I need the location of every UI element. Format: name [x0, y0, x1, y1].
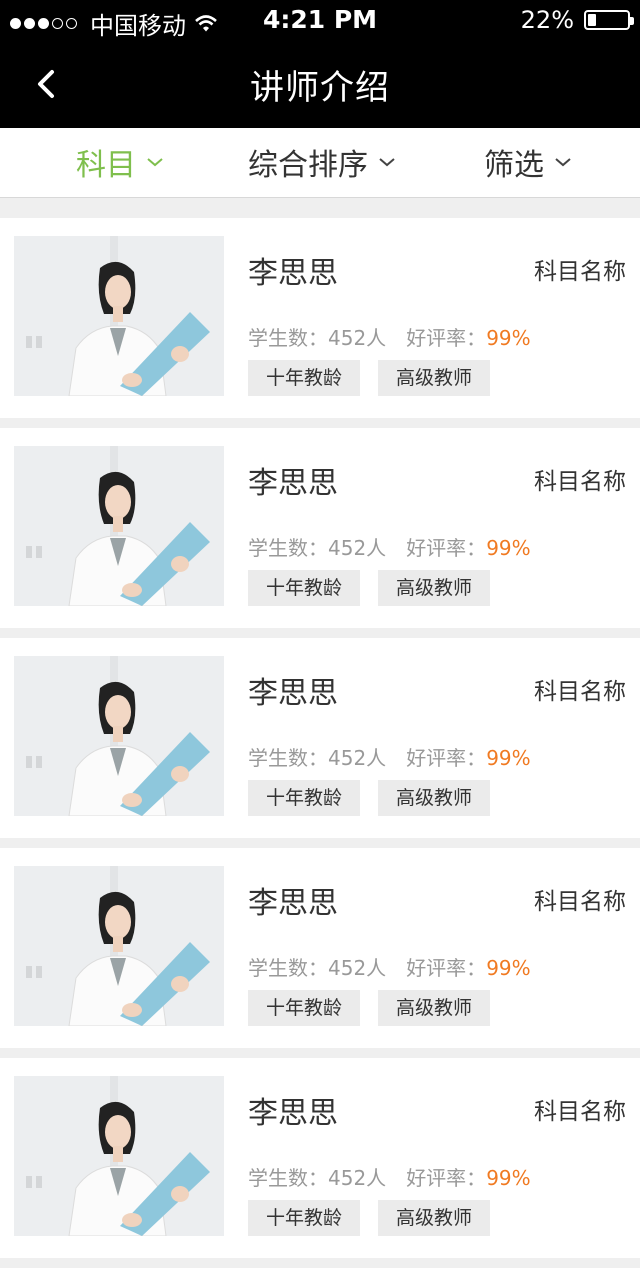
students-count: 452人 [328, 536, 387, 560]
battery-icon [584, 10, 634, 30]
teacher-stats: 学生数：452人 好评率：99% [248, 1162, 531, 1191]
teacher-name: 李思思 [248, 1096, 338, 1131]
teacher-list: 李思思 科目名称 学生数：452人好评率：99% 十年教龄 高级教师 李思思 [0, 218, 640, 1268]
teacher-photo [14, 1076, 224, 1236]
rating-value: 99% [486, 1166, 531, 1190]
teacher-photo [14, 236, 224, 396]
tag-experience: 十年教龄 [248, 1200, 361, 1236]
teacher-subject: 科目名称 [534, 679, 626, 705]
filter-sort[interactable]: 综合排序 [248, 142, 396, 183]
filter-screen-label: 筛选 [484, 148, 544, 183]
teacher-stats: 学生数：452人 好评率：99% [248, 532, 531, 561]
teacher-stats: 学生数：452人 好评率：99% [248, 952, 531, 981]
teacher-name: 李思思 [248, 676, 338, 711]
tag-title: 高级教师 [378, 360, 491, 396]
rating-value: 99% [486, 746, 531, 770]
filter-screen[interactable]: 筛选 [484, 142, 572, 183]
chevron-down-icon [379, 158, 395, 167]
teacher-subject: 科目名称 [534, 469, 626, 495]
students-label: 学生数： [248, 746, 328, 770]
tag-experience: 十年教龄 [248, 780, 361, 816]
teacher-subject: 科目名称 [534, 889, 626, 915]
teacher-subject: 科目名称 [534, 259, 626, 285]
filter-sort-label: 综合排序 [248, 148, 368, 183]
tag-title: 高级教师 [378, 1200, 491, 1236]
rating-value: 99% [486, 956, 531, 980]
students-label: 学生数： [248, 536, 328, 560]
teacher-name: 李思思 [248, 256, 338, 291]
students-count: 452人 [328, 746, 387, 770]
filter-subject[interactable]: 科目 [76, 142, 164, 183]
tag-title: 高级教师 [378, 780, 491, 816]
rating-label: 好评率： [406, 326, 487, 350]
rating-label: 好评率： [406, 536, 487, 560]
students-label: 学生数： [248, 956, 328, 980]
tag-experience: 十年教龄 [248, 990, 361, 1026]
filter-bar: 科目 综合排序 筛选 [0, 128, 640, 198]
teacher-card[interactable]: 李思思 科目名称 学生数：452人 好评率：99% 十年教龄 高级教师 [0, 638, 640, 838]
teacher-name: 李思思 [248, 886, 338, 921]
tag-title: 高级教师 [378, 570, 491, 606]
battery-percent: 22% [520, 6, 574, 34]
teacher-photo [14, 656, 224, 816]
page-title: 讲师介绍 [250, 68, 390, 108]
nav-bar: 讲师介绍 [0, 40, 640, 128]
rating-label: 好评率： [406, 746, 487, 770]
students-label: 学生数： [248, 326, 328, 350]
tag-title: 高级教师 [378, 990, 491, 1026]
teacher-stats: 学生数：452人 好评率：99% [248, 322, 531, 351]
teacher-card[interactable]: 李思思 科目名称 学生数：452人 好评率：99% 十年教龄 高级教师 [0, 1058, 640, 1258]
rating-label: 好评率： [406, 1166, 487, 1190]
teacher-card[interactable]: 李思思 科目名称 学生数：452人 好评率：99% 十年教龄 高级教师 [0, 428, 640, 628]
students-count: 452人 [328, 956, 387, 980]
teacher-photo [14, 866, 224, 1026]
rating-value: 99% [486, 536, 531, 560]
tag-experience: 十年教龄 [248, 570, 361, 606]
teacher-card[interactable]: 李思思 科目名称 学生数：452人 好评率：99% 十年教龄 高级教师 [0, 218, 640, 418]
teacher-card[interactable]: 李思思 科目名称 学生数：452人 好评率：99% 十年教龄 高级教师 [0, 848, 640, 1048]
chevron-down-icon [147, 158, 163, 167]
rating-value: 99% [486, 326, 531, 350]
status-bar: 中国移动 4:21 PM 22% [0, 0, 640, 40]
teacher-stats: 学生数：452人 好评率：99% [248, 742, 531, 771]
tag-experience: 十年教龄 [248, 360, 361, 396]
teacher-photo [14, 446, 224, 606]
filter-subject-label: 科目 [76, 148, 136, 183]
teacher-name: 李思思 [248, 466, 338, 501]
teacher-subject: 科目名称 [534, 1099, 626, 1125]
students-count: 452人 [328, 326, 387, 350]
chevron-down-icon [555, 158, 571, 167]
students-label: 学生数： [248, 1166, 328, 1190]
rating-label: 好评率： [406, 956, 487, 980]
students-count: 452人 [328, 1166, 387, 1190]
